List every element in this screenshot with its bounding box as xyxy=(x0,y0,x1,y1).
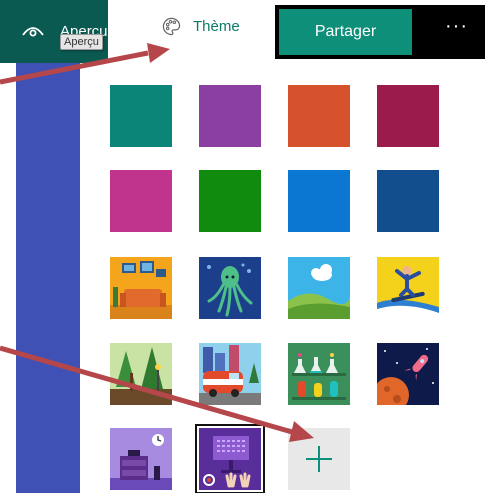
theme-forest-image[interactable] xyxy=(110,343,172,405)
swatch-teal[interactable] xyxy=(110,85,172,147)
swatch-blue[interactable] xyxy=(288,170,350,232)
swatch-navy[interactable] xyxy=(377,170,439,232)
swatch-crimson[interactable] xyxy=(377,85,439,147)
swatch-purple[interactable] xyxy=(199,85,261,147)
eye-icon xyxy=(22,27,44,37)
theme-octopus-image[interactable] xyxy=(199,257,261,319)
swatch-orange[interactable] xyxy=(288,85,350,147)
theme-desk-clock-image[interactable] xyxy=(110,428,172,490)
theme-hills-cloud-image[interactable] xyxy=(288,257,350,319)
swatch-green[interactable] xyxy=(199,170,261,232)
theme-space-rocket-image[interactable] xyxy=(377,343,439,405)
theme-presentation-image[interactable] xyxy=(195,424,265,493)
add-custom-theme-button[interactable] xyxy=(288,428,350,490)
theme-living-room-image[interactable] xyxy=(110,257,172,319)
share-area: Partager ··· xyxy=(275,5,485,59)
preview-button[interactable]: Aperçu xyxy=(0,0,108,63)
theme-button[interactable]: Thème xyxy=(162,17,240,36)
theme-van-city-image[interactable] xyxy=(199,343,261,405)
theme-lab-flasks-image[interactable] xyxy=(288,343,350,405)
plus-icon xyxy=(306,446,332,472)
theme-snowboarder-image[interactable] xyxy=(377,257,439,319)
theme-label: Thème xyxy=(193,18,240,35)
swatch-magenta[interactable] xyxy=(110,170,172,232)
palette-icon xyxy=(162,17,181,36)
preview-tooltip: Aperçu xyxy=(60,34,103,50)
top-toolbar: Aperçu Aperçu Thème Partager ··· xyxy=(0,0,485,63)
left-sidebar xyxy=(16,63,80,493)
share-button[interactable]: Partager xyxy=(279,9,412,55)
more-options-icon[interactable]: ··· xyxy=(445,15,468,38)
